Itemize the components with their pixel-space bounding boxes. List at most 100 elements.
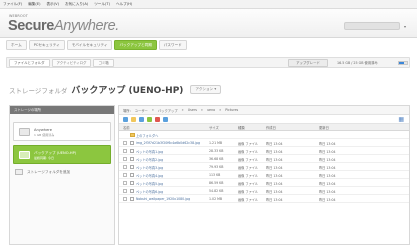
table-row[interactable]: 上のフォルダへ xyxy=(119,131,409,139)
tab-main[interactable]: バックアップと同期 xyxy=(114,40,157,50)
actions-dropdown[interactable]: アクション ▾ xyxy=(190,85,222,94)
file-name[interactable]: 上のフォルダへ xyxy=(136,133,158,138)
table-row[interactable]: Nobuhi_wallpaper_1920x1080.jpg 1.02 MB 画像 … xyxy=(119,195,409,203)
file-modified: 昨日 13:04 xyxy=(319,166,336,170)
file-date: 昨日 13:04 xyxy=(266,150,283,154)
breadcrumb-item: » xyxy=(151,108,154,112)
column-header-type[interactable]: 種類 xyxy=(238,125,245,130)
storage-sidebar: ストレージの場所 Anywhere 1 GB 使用済み バックアップ (UENO… xyxy=(9,105,115,245)
file-name[interactable]: ペットの写真4.jpg xyxy=(136,173,163,178)
breadcrumb-item[interactable]: Users xyxy=(188,108,197,112)
row-checkbox[interactable] xyxy=(123,181,127,185)
row-checkbox[interactable] xyxy=(123,173,127,177)
table-row[interactable]: img_2f3f7d21b3f20f6c4a6b0d62c38.jpg 1.21 … xyxy=(119,139,409,147)
sidebar-item-label: Anywhere xyxy=(34,128,52,132)
file-modified: 昨日 13:04 xyxy=(319,190,336,194)
file-modified: 昨日 13:04 xyxy=(319,198,336,202)
column-header-name[interactable]: 名前 xyxy=(123,125,130,130)
file-type: 画像 ファイル xyxy=(238,182,259,186)
file-modified: 昨日 13:04 xyxy=(319,182,336,186)
tab-sub[interactable]: ゴミ箱 xyxy=(93,59,114,67)
account-menu[interactable]: ▾ xyxy=(344,22,406,30)
file-size: 113 KB xyxy=(209,173,221,177)
table-row[interactable]: ペットの写真6.jpg 54.82 KB 画像 ファイル 昨日 13:04 昨日 13:… xyxy=(119,187,409,195)
row-checkbox[interactable] xyxy=(123,157,127,161)
breadcrumb-item[interactable]: Pictures xyxy=(225,108,238,112)
file-browser: 場所: ユーザー» バックアップ» Users» ueno» Pictures ▦ 名前 … xyxy=(118,105,410,245)
file-type: 画像 ファイル xyxy=(238,158,259,162)
new-folder-icon[interactable] xyxy=(131,117,136,122)
file-name[interactable]: Nobuhi_wallpaper_1920x1080.jpg xyxy=(136,197,190,201)
page-title-name: バックアップ (UENO-HP) xyxy=(71,86,184,96)
sidebar-item-sublabel: 1 GB 使用済み xyxy=(34,133,55,137)
grid-view-icon[interactable]: ▦ xyxy=(398,116,404,123)
file-name[interactable]: img_2f3f7d21b3f20f6c4a6b0d62c38.jpg xyxy=(136,141,200,145)
file-type: 画像 ファイル xyxy=(238,142,259,146)
menu-item[interactable]: ツール(T) xyxy=(94,2,110,7)
share-icon[interactable] xyxy=(147,117,152,122)
tab-main[interactable]: パスワード xyxy=(158,40,187,50)
breadcrumb-item[interactable]: ユーザー xyxy=(135,108,148,113)
breadcrumb-item[interactable]: バックアップ xyxy=(158,108,178,113)
row-checkbox[interactable] xyxy=(123,149,127,153)
add-storage-folder-link[interactable]: ストレージフォルダを追加 xyxy=(15,169,70,175)
file-icon xyxy=(130,164,134,169)
file-modified: 昨日 13:04 xyxy=(319,158,336,162)
delete-icon[interactable] xyxy=(155,117,160,122)
file-size: 1.02 MB xyxy=(209,197,223,201)
tab-sub[interactable]: アクティビティログ xyxy=(51,59,92,67)
folder-up-icon xyxy=(130,133,135,137)
table-row[interactable]: ペットの写真3.jpg 79.93 KB 画像 ファイル 昨日 13:04 昨日 13:… xyxy=(119,163,409,171)
file-icon xyxy=(130,188,134,193)
breadcrumb-item: » xyxy=(200,108,203,112)
file-date: 昨日 13:04 xyxy=(266,198,283,202)
column-header-modified[interactable]: 更新日 xyxy=(319,125,329,130)
brand-name-light: Anywhere. xyxy=(53,18,119,34)
menu-item[interactable]: お気に入り(A) xyxy=(65,2,88,7)
menu-item[interactable]: ファイル(F) xyxy=(3,2,22,7)
tab-main[interactable]: ホーム xyxy=(6,40,27,50)
table-row[interactable]: ペットの写真1.jpg 28.33 KB 画像 ファイル 昨日 13:04 昨日 13:… xyxy=(119,147,409,155)
brand-logo[interactable]: SecureAnywhere. xyxy=(8,19,119,34)
column-header-date[interactable]: 作成日 xyxy=(266,125,276,130)
upload-icon[interactable] xyxy=(123,117,128,122)
file-icon xyxy=(130,156,134,161)
file-size: 36.68 KB xyxy=(209,157,224,161)
file-modified: 昨日 13:04 xyxy=(319,174,336,178)
menu-item[interactable]: 表示(V) xyxy=(47,2,59,7)
refresh-icon[interactable] xyxy=(163,117,168,122)
tab-main[interactable]: PCセキュリティ xyxy=(28,40,65,50)
tab-main[interactable]: モバイルセキュリティ xyxy=(66,40,113,50)
file-type: 画像 ファイル xyxy=(238,190,259,194)
file-name[interactable]: ペットの写真1.jpg xyxy=(136,149,163,154)
file-icon xyxy=(130,180,134,185)
computer-icon xyxy=(19,151,30,159)
tab-sub[interactable]: ファイルとフォルダ xyxy=(9,59,50,67)
sidebar-item-anywhere[interactable]: Anywhere 1 GB 使用済み xyxy=(13,122,111,141)
storage-usage-text: 16.5 GB / 25 GB 使用済み xyxy=(337,61,378,65)
file-date: 昨日 13:04 xyxy=(266,158,283,162)
breadcrumb-item[interactable]: ueno xyxy=(207,108,215,112)
row-checkbox[interactable] xyxy=(123,141,127,145)
sidebar-item-backup[interactable]: バックアップ (UENO-HP) 最終同期: 今日 xyxy=(13,145,111,164)
file-date: 昨日 13:04 xyxy=(266,174,283,178)
page-title-prefix: ストレージフォルダ xyxy=(9,86,68,95)
file-name[interactable]: ペットの写真5.jpg xyxy=(136,181,163,186)
browser-menubar: ファイル(F) 編集(E) 表示(V) お気に入り(A) ツール(T) ヘルプ(H) xyxy=(0,0,417,9)
menu-item[interactable]: ヘルプ(H) xyxy=(116,2,132,7)
menu-item[interactable]: 編集(E) xyxy=(28,2,40,7)
file-name[interactable]: ペットの写真3.jpg xyxy=(136,165,163,170)
upgrade-button[interactable]: アップグレード xyxy=(288,59,328,67)
table-row[interactable]: ペットの写真2.jpg 36.68 KB 画像 ファイル 昨日 13:04 昨日 13:… xyxy=(119,155,409,163)
file-name[interactable]: ペットの写真6.jpg xyxy=(136,189,163,194)
table-row[interactable]: ペットの写真4.jpg 113 KB 画像 ファイル 昨日 13:04 昨日 13:04 xyxy=(119,171,409,179)
row-checkbox[interactable] xyxy=(123,165,127,169)
row-checkbox[interactable] xyxy=(123,189,127,193)
row-checkbox[interactable] xyxy=(123,197,127,201)
table-row[interactable]: ペットの写真5.jpg 86.59 KB 画像 ファイル 昨日 13:04 昨日 13:… xyxy=(119,179,409,187)
file-icon xyxy=(130,172,134,177)
column-header-size[interactable]: サイズ xyxy=(209,125,219,130)
file-type: 画像 ファイル xyxy=(238,166,259,170)
download-icon[interactable] xyxy=(139,117,144,122)
file-name[interactable]: ペットの写真2.jpg xyxy=(136,157,163,162)
